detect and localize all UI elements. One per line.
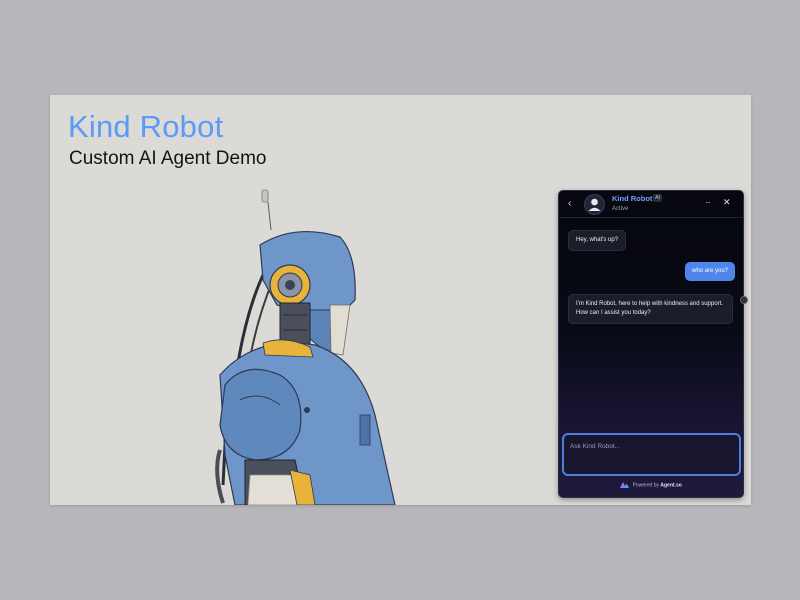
more-icon[interactable]: ··· <box>705 198 711 207</box>
powered-by-label: Powered by <box>632 482 659 489</box>
agent-status: Active <box>612 206 629 212</box>
powered-by-footer: Powered by Agent.so <box>559 482 743 488</box>
chat-input-container <box>562 433 741 477</box>
agent-message: Hey, what's up? <box>568 230 627 251</box>
powered-by-link[interactable]: Agent.so <box>660 482 681 488</box>
chevron-left-icon[interactable]: ‹ <box>568 199 571 209</box>
slide-subtitle: Custom AI Agent Demo <box>69 148 267 169</box>
chat-input[interactable] <box>564 438 739 477</box>
slide-title: Kind Robot <box>68 109 224 144</box>
robot-illustration <box>215 189 396 505</box>
chat-widget: ‹ Kind Robot AI Active ··· ✕ Hey, what's… <box>558 190 744 498</box>
close-icon[interactable]: ✕ <box>723 197 731 208</box>
agent-avatar <box>584 194 605 215</box>
agent-message: I'm Kind Robot, here to help with kindne… <box>568 294 733 324</box>
agent-name: Kind Robot <box>612 194 653 203</box>
widget-edge-handle[interactable] <box>740 296 748 304</box>
user-icon <box>588 198 601 211</box>
chat-header: ‹ Kind Robot AI Active ··· ✕ <box>559 191 743 218</box>
agent-logo-icon <box>620 482 630 488</box>
user-message: who are you? <box>685 262 736 281</box>
ai-badge: AI <box>653 194 663 202</box>
